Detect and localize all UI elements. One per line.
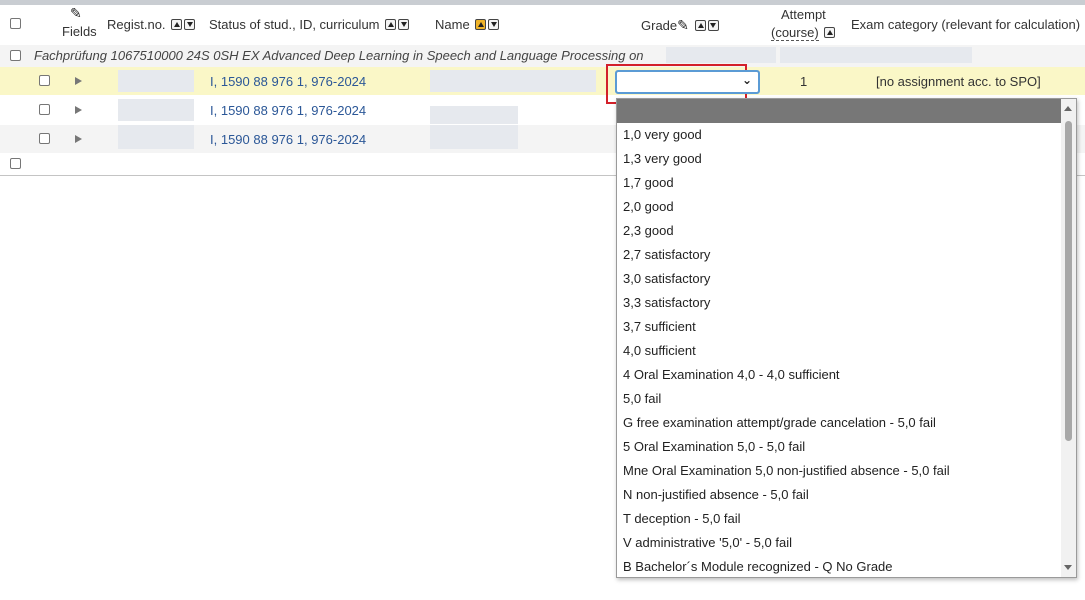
expand-row-icon[interactable]: [75, 77, 82, 85]
redacted-name: [430, 106, 518, 124]
redacted-name: [430, 125, 518, 149]
grade-option[interactable]: 3,3 satisfactory: [623, 291, 710, 315]
status-sort-icon[interactable]: [385, 19, 397, 30]
grade-option[interactable]: 3,0 satisfactory: [623, 267, 710, 291]
grade-filter-icon[interactable]: [707, 20, 719, 31]
row-checkbox[interactable]: [39, 75, 50, 86]
table-header: ✎ Fields Regist.no. Status of stud., ID,…: [0, 5, 1085, 45]
attempt-header: (course): [771, 25, 836, 41]
grade-option[interactable]: 5 Oral Examination 5,0 - 5,0 fail: [623, 435, 805, 459]
examcat-header: Exam category (relevant for calculation): [851, 17, 1081, 32]
grade-option[interactable]: 2,7 satisfactory: [623, 243, 710, 267]
status-header: Status of stud., ID, curriculum: [209, 17, 410, 32]
edit-fields-icon[interactable]: ✎: [70, 5, 82, 22]
grade-option-empty[interactable]: [617, 99, 1063, 123]
exam-group-title: Fachprüfung 1067510000 24S 0SH EX Advanc…: [34, 48, 644, 63]
attempt-header-line1: Attempt: [781, 7, 826, 22]
name-header-label: Name: [435, 17, 470, 32]
status-filter-icon[interactable]: [398, 19, 410, 30]
footer-checkbox[interactable]: [10, 158, 21, 169]
regno-sort-icon[interactable]: [171, 19, 183, 30]
grade-option[interactable]: B Bachelor´s Module recognized - Q No Gr…: [623, 555, 893, 579]
expand-row-icon[interactable]: [75, 135, 82, 143]
name-sort-icon[interactable]: [475, 19, 487, 30]
group-checkbox[interactable]: [10, 50, 21, 61]
expand-row-icon[interactable]: [75, 106, 82, 114]
row-exam-category: [no assignment acc. to SPO]: [876, 74, 1041, 89]
table-row[interactable]: I, 1590 88 976 1, 976-2024 1 [no assignm…: [0, 67, 1085, 95]
grade-dropdown-list[interactable]: 1,0 very good 1,3 very good 1,7 good 2,0 go…: [616, 98, 1077, 578]
grade-option[interactable]: T deception - 5,0 fail: [623, 507, 741, 531]
chevron-down-icon: ⌄: [741, 73, 752, 87]
grade-edit-icon[interactable]: ✎: [677, 17, 689, 34]
redacted-name: [430, 70, 596, 92]
grade-option[interactable]: 3,7 sufficient: [623, 315, 696, 339]
grade-option[interactable]: 1,7 good: [623, 171, 674, 195]
grade-select[interactable]: ⌄: [615, 70, 760, 94]
row-attempt: 1: [800, 74, 808, 89]
grade-sort-icon[interactable]: [694, 20, 706, 31]
row-checkbox[interactable]: [39, 104, 50, 115]
scroll-up-icon[interactable]: [1064, 106, 1072, 111]
attempt-sort-icon[interactable]: [824, 27, 836, 38]
status-header-label: Status of stud., ID, curriculum: [209, 17, 380, 32]
grade-option[interactable]: 4 Oral Examination 4,0 - 4,0 sufficient: [623, 363, 840, 387]
redacted-block: [666, 47, 776, 63]
name-filter-icon[interactable]: [488, 19, 500, 30]
grade-option[interactable]: N non-justified absence - 5,0 fail: [623, 483, 809, 507]
fields-label[interactable]: Fields: [62, 24, 97, 39]
row-status-link[interactable]: I, 1590 88 976 1, 976-2024: [210, 74, 366, 89]
regno-header: Regist.no.: [107, 17, 196, 32]
regno-header-label: Regist.no.: [107, 17, 166, 32]
grade-option[interactable]: G free examination attempt/grade cancela…: [623, 411, 936, 435]
attempt-header-label: (course): [771, 25, 819, 41]
redacted-regno: [118, 125, 194, 149]
regno-filter-icon[interactable]: [184, 19, 196, 30]
scroll-down-icon[interactable]: [1064, 565, 1072, 570]
exam-group-row: Fachprüfung 1067510000 24S 0SH EX Advanc…: [0, 45, 1085, 67]
grade-option[interactable]: V administrative '5,0' - 5,0 fail: [623, 531, 792, 555]
grade-option[interactable]: 1,3 very good: [623, 147, 702, 171]
redacted-regno: [118, 70, 194, 92]
row-status-link[interactable]: I, 1590 88 976 1, 976-2024: [210, 132, 366, 147]
grade-header-label: Grade: [641, 18, 678, 33]
grade-option[interactable]: 1,0 very good: [623, 123, 702, 147]
scrollbar-thumb[interactable]: [1065, 121, 1072, 441]
row-checkbox[interactable]: [39, 133, 50, 144]
grade-option[interactable]: 4,0 sufficient: [623, 339, 696, 363]
grade-header: Grade✎: [641, 17, 719, 34]
redacted-regno: [118, 99, 194, 121]
grade-option[interactable]: 5,0 fail: [623, 387, 661, 411]
name-header: Name: [435, 17, 500, 32]
grade-option[interactable]: 2,0 good: [623, 195, 674, 219]
redacted-block: [780, 47, 972, 63]
row-status-link[interactable]: I, 1590 88 976 1, 976-2024: [210, 103, 366, 118]
grade-option[interactable]: 2,3 good: [623, 219, 674, 243]
select-all-checkbox[interactable]: [10, 18, 21, 29]
grade-option[interactable]: Mne Oral Examination 5,0 non-justified a…: [623, 459, 950, 483]
dropdown-scrollbar[interactable]: [1061, 99, 1076, 577]
